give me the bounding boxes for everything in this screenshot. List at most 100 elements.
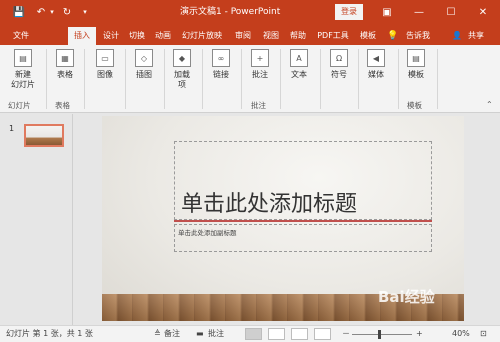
group-tables: 表格 bbox=[55, 101, 70, 110]
group-templates: 模板 bbox=[407, 101, 422, 110]
table-label: 表格 bbox=[57, 70, 73, 79]
ribbon-separator bbox=[358, 49, 359, 109]
new-slide-button[interactable]: ▤ 新建 幻灯片 bbox=[6, 49, 40, 90]
comment-label: 批注 bbox=[252, 70, 268, 79]
ribbon-separator bbox=[202, 49, 203, 109]
image-label: 图像 bbox=[97, 70, 113, 79]
comments-button[interactable]: 批注 bbox=[208, 326, 224, 342]
slide-thumbnail[interactable] bbox=[24, 124, 64, 147]
slide-thumbnail-pane: 1 bbox=[0, 114, 73, 325]
zoom-level[interactable]: 40% bbox=[452, 326, 470, 342]
ribbon-tabs: 文件 插入 设计 切换 动画 幻灯片放映 审阅 视图 帮助 PDF工具 模板 💡… bbox=[0, 24, 500, 45]
customize-toolbar-icon[interactable]: ▾ bbox=[80, 0, 90, 24]
text-button[interactable]: A 文本 bbox=[285, 49, 313, 80]
link-label: 链接 bbox=[213, 70, 229, 79]
illustration-button[interactable]: ◇ 插图 bbox=[130, 49, 158, 80]
addin-icon: ◆ bbox=[173, 49, 191, 67]
undo-icon[interactable]: ↶ bbox=[34, 0, 48, 24]
login-button[interactable]: 登录 bbox=[335, 4, 363, 20]
title-placeholder[interactable]: 单击此处添加标题 bbox=[174, 141, 432, 220]
slide-number: 1 bbox=[9, 124, 15, 133]
watermark: Bai经验 bbox=[378, 288, 435, 306]
tab-animations[interactable]: 动画 bbox=[152, 27, 174, 45]
reading-view-button[interactable] bbox=[291, 328, 308, 340]
shapes-icon: ◇ bbox=[135, 49, 153, 67]
window-title: 演示文稿1 - PowerPoint bbox=[180, 7, 281, 17]
text-icon: A bbox=[290, 49, 308, 67]
zoom-out-button[interactable]: － bbox=[342, 326, 350, 342]
subtitle-placeholder[interactable]: 单击此处添加副标题 bbox=[174, 224, 432, 252]
ribbon-separator bbox=[320, 49, 321, 109]
new-slide-icon: ▤ bbox=[14, 49, 32, 67]
zoom-in-button[interactable]: + bbox=[416, 326, 423, 342]
undo-dropdown-icon[interactable]: ▾ bbox=[48, 0, 56, 24]
addin-label-2: 项 bbox=[178, 80, 186, 89]
comments-icon[interactable]: ▬ bbox=[196, 326, 204, 342]
tab-pdf-tools[interactable]: PDF工具 bbox=[314, 27, 352, 45]
status-bar: 幻灯片 第 1 张，共 1 张 ≜ 备注 ▬ 批注 － + 40% ⊡ bbox=[0, 325, 500, 342]
tab-design[interactable]: 设计 bbox=[100, 27, 122, 45]
fit-to-window-icon[interactable]: ⊡ bbox=[480, 326, 487, 342]
group-slides: 幻灯片 bbox=[8, 101, 31, 110]
omega-icon: Ω bbox=[330, 49, 348, 67]
zoom-slider[interactable] bbox=[352, 334, 412, 335]
share-user-icon: 👤 bbox=[452, 31, 462, 40]
ribbon-separator bbox=[241, 49, 242, 109]
ribbon-separator bbox=[437, 49, 438, 109]
tab-view[interactable]: 视图 bbox=[260, 27, 282, 45]
slide-sorter-button[interactable] bbox=[268, 328, 285, 340]
close-icon[interactable]: ✕ bbox=[470, 0, 496, 24]
table-button[interactable]: ▦ 表格 bbox=[51, 49, 79, 80]
tab-insert[interactable]: 插入 bbox=[68, 27, 96, 45]
ribbon-separator bbox=[46, 49, 47, 109]
ribbon-display-options-icon[interactable]: ▣ bbox=[374, 0, 400, 24]
save-icon[interactable]: 💾 bbox=[12, 0, 26, 24]
comment-button[interactable]: + 批注 bbox=[246, 49, 274, 80]
table-icon: ▦ bbox=[56, 49, 74, 67]
redo-icon[interactable]: ↻ bbox=[60, 0, 74, 24]
notes-button[interactable]: 备注 bbox=[164, 326, 180, 342]
ribbon-separator bbox=[398, 49, 399, 109]
minimize-icon[interactable]: — bbox=[406, 0, 432, 24]
new-slide-label-1: 新建 bbox=[15, 70, 31, 79]
image-button[interactable]: ▭ 图像 bbox=[91, 49, 119, 80]
subtitle-placeholder-text: 单击此处添加副标题 bbox=[178, 229, 237, 237]
collapse-ribbon-icon[interactable]: ⌃ bbox=[486, 100, 493, 109]
text-label: 文本 bbox=[291, 70, 307, 79]
link-button[interactable]: ∞ 链接 bbox=[207, 49, 235, 80]
media-button[interactable]: ◀ 媒体 bbox=[362, 49, 390, 80]
slide-editor: 单击此处添加标题 单击此处添加副标题 bbox=[74, 114, 500, 325]
speaker-icon: ◀ bbox=[367, 49, 385, 67]
title-underline bbox=[174, 220, 432, 222]
new-slide-label-2: 幻灯片 bbox=[11, 80, 35, 89]
tab-file[interactable]: 文件 bbox=[8, 27, 34, 45]
image-icon: ▭ bbox=[96, 49, 114, 67]
addin-label-1: 加载 bbox=[174, 70, 190, 79]
template-button[interactable]: ▤ 模板 bbox=[402, 49, 430, 80]
lightbulb-icon[interactable]: 💡 bbox=[387, 27, 399, 45]
symbol-button[interactable]: Ω 符号 bbox=[325, 49, 353, 80]
link-icon: ∞ bbox=[212, 49, 230, 67]
illustration-label: 插图 bbox=[136, 70, 152, 79]
title-bar: 💾 ↶ ▾ ↻ ▾ 演示文稿1 - PowerPoint 登录 ▣ — ☐ ✕ bbox=[0, 0, 500, 24]
ribbon-separator bbox=[280, 49, 281, 109]
slideshow-button[interactable] bbox=[314, 328, 331, 340]
ribbon: ▤ 新建 幻灯片 幻灯片 ▦ 表格 表格 ▭ 图像 ◇ 插图 ◆ 加载 项 ∞ … bbox=[0, 45, 500, 113]
tab-review[interactable]: 审阅 bbox=[232, 27, 254, 45]
group-comments: 批注 bbox=[251, 101, 266, 110]
addin-button[interactable]: ◆ 加载 项 bbox=[168, 49, 196, 90]
ribbon-separator bbox=[125, 49, 126, 109]
normal-view-button[interactable] bbox=[245, 328, 262, 340]
tab-slideshow[interactable]: 幻灯片放映 bbox=[180, 27, 224, 45]
maximize-icon[interactable]: ☐ bbox=[438, 0, 464, 24]
tab-template[interactable]: 模板 bbox=[357, 27, 379, 45]
tab-transitions[interactable]: 切换 bbox=[126, 27, 148, 45]
tab-help[interactable]: 帮助 bbox=[287, 27, 309, 45]
tell-me-search[interactable]: 告诉我 bbox=[403, 27, 433, 45]
symbol-label: 符号 bbox=[331, 70, 347, 79]
ribbon-separator bbox=[84, 49, 85, 109]
zoom-slider-thumb[interactable] bbox=[378, 330, 381, 339]
slide-info: 幻灯片 第 1 张，共 1 张 bbox=[6, 329, 93, 338]
notes-icon[interactable]: ≜ bbox=[154, 326, 161, 342]
share-button[interactable]: 共享 bbox=[464, 27, 488, 45]
